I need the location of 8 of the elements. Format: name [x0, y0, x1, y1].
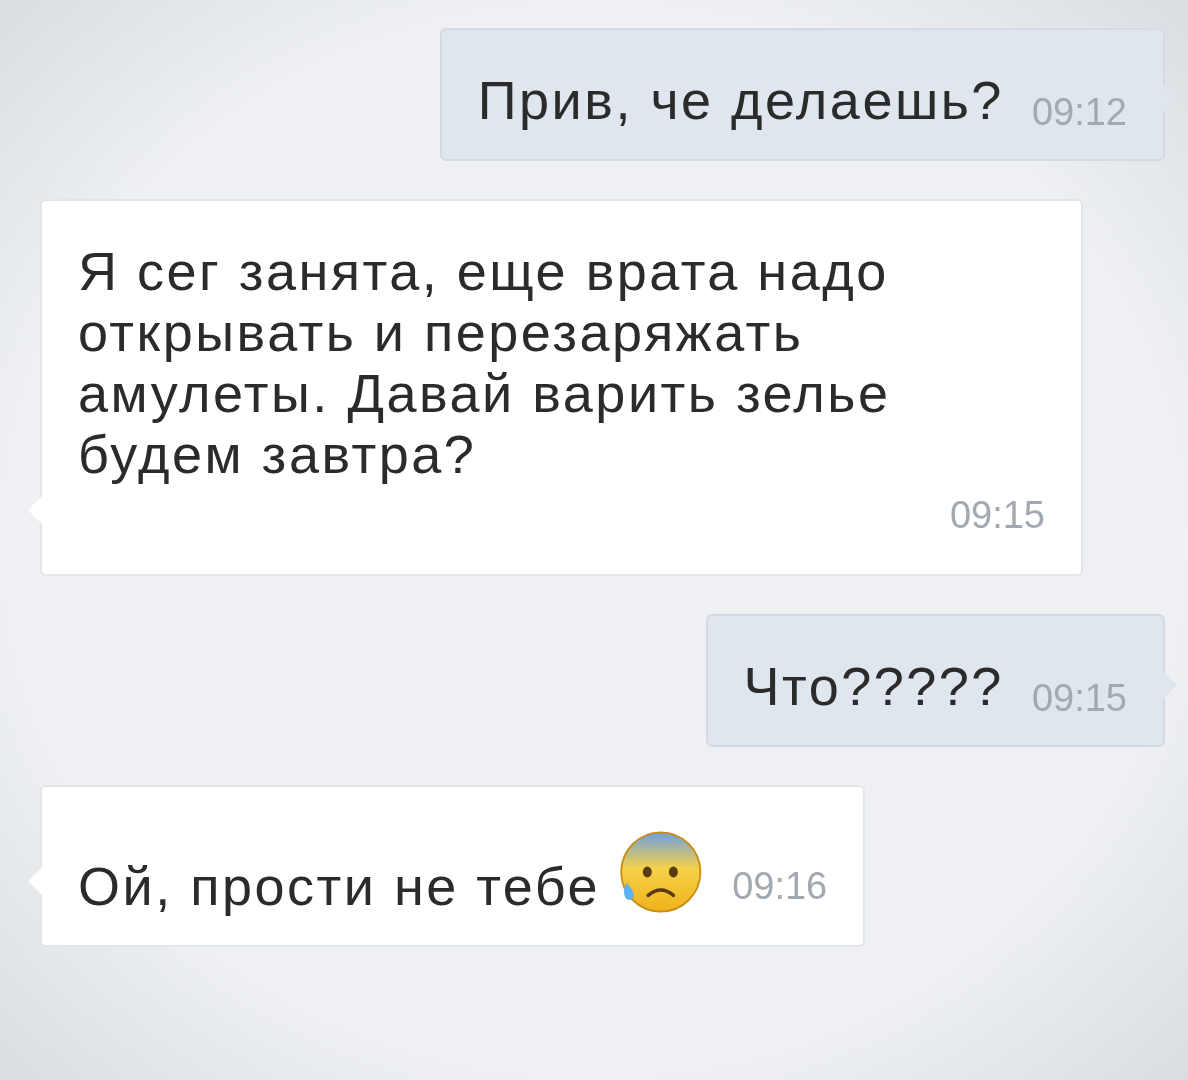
message-text: Я сег занята, еще врата надо открывать и перезаряжать амулеты. Давай варить зелье будем завтра?: [78, 241, 892, 485]
message-time: 09:12: [1030, 90, 1127, 135]
message-time: 09:16: [731, 864, 828, 909]
message-text: Что?????: [743, 656, 1004, 717]
message-text: Прив, че делаешь?: [477, 70, 1004, 131]
message-time: 09:15: [948, 493, 1045, 538]
message-text: Ой, прости не тебе: [78, 856, 601, 917]
message-time: 09:15: [1030, 676, 1127, 721]
